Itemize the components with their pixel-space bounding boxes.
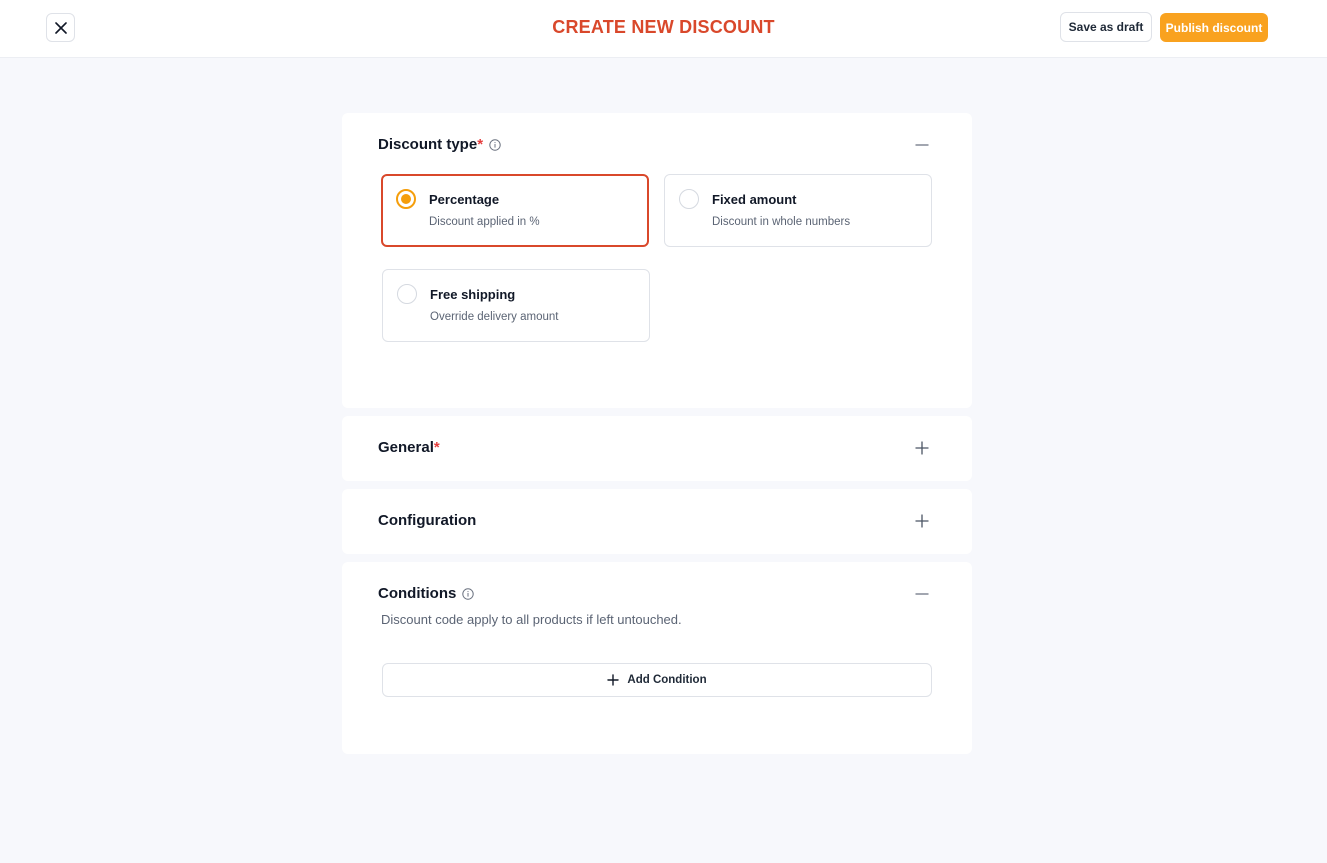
- conditions-description: Discount code apply to all products if l…: [381, 612, 682, 627]
- expand-icon[interactable]: [915, 514, 929, 528]
- radio-free-shipping[interactable]: [397, 284, 417, 304]
- required-marker: *: [433, 439, 440, 456]
- publish-discount-button[interactable]: Publish discount: [1160, 13, 1268, 42]
- radio-fixed-amount[interactable]: [679, 189, 699, 209]
- configuration-heading: Configuration: [378, 512, 476, 529]
- general-title: General: [378, 439, 434, 456]
- option-percentage[interactable]: Percentage Discount applied in %: [381, 174, 649, 247]
- conditions-heading: Conditions: [378, 585, 475, 602]
- configuration-section[interactable]: Configuration: [342, 489, 972, 554]
- add-condition-button[interactable]: Add Condition: [382, 663, 932, 697]
- option-description: Discount applied in %: [429, 216, 540, 228]
- collapse-icon[interactable]: [915, 138, 929, 152]
- general-section[interactable]: General *: [342, 416, 972, 481]
- expand-icon[interactable]: [915, 441, 929, 455]
- info-icon[interactable]: [462, 587, 475, 600]
- option-description: Override delivery amount: [430, 311, 559, 323]
- discount-type-section: Discount type * Percentage Discount appl…: [342, 113, 972, 408]
- discount-type-heading: Discount type *: [378, 136, 501, 153]
- discount-type-title: Discount type: [378, 136, 478, 153]
- save-as-draft-button[interactable]: Save as draft: [1060, 12, 1152, 42]
- general-heading: General *: [378, 439, 440, 456]
- plus-icon: [607, 674, 620, 686]
- configuration-title: Configuration: [378, 512, 477, 529]
- add-condition-label: Add Condition: [627, 674, 707, 686]
- close-button[interactable]: [46, 13, 75, 42]
- info-icon[interactable]: [489, 138, 501, 151]
- close-icon: [54, 21, 67, 34]
- option-description: Discount in whole numbers: [712, 216, 851, 228]
- conditions-title: Conditions: [378, 585, 457, 602]
- top-bar: CREATE NEW DISCOUNT Save as draft Publis…: [0, 0, 1327, 58]
- collapse-icon[interactable]: [915, 587, 929, 601]
- option-free-shipping[interactable]: Free shipping Override delivery amount: [382, 269, 650, 342]
- option-title: Free shipping: [430, 287, 516, 302]
- option-title: Fixed amount: [712, 192, 797, 207]
- option-title: Percentage: [429, 192, 500, 207]
- required-marker: *: [477, 136, 484, 153]
- option-fixed-amount[interactable]: Fixed amount Discount in whole numbers: [664, 174, 932, 247]
- radio-percentage[interactable]: [396, 189, 416, 209]
- conditions-section: Conditions Discount code apply to all pr…: [342, 562, 972, 754]
